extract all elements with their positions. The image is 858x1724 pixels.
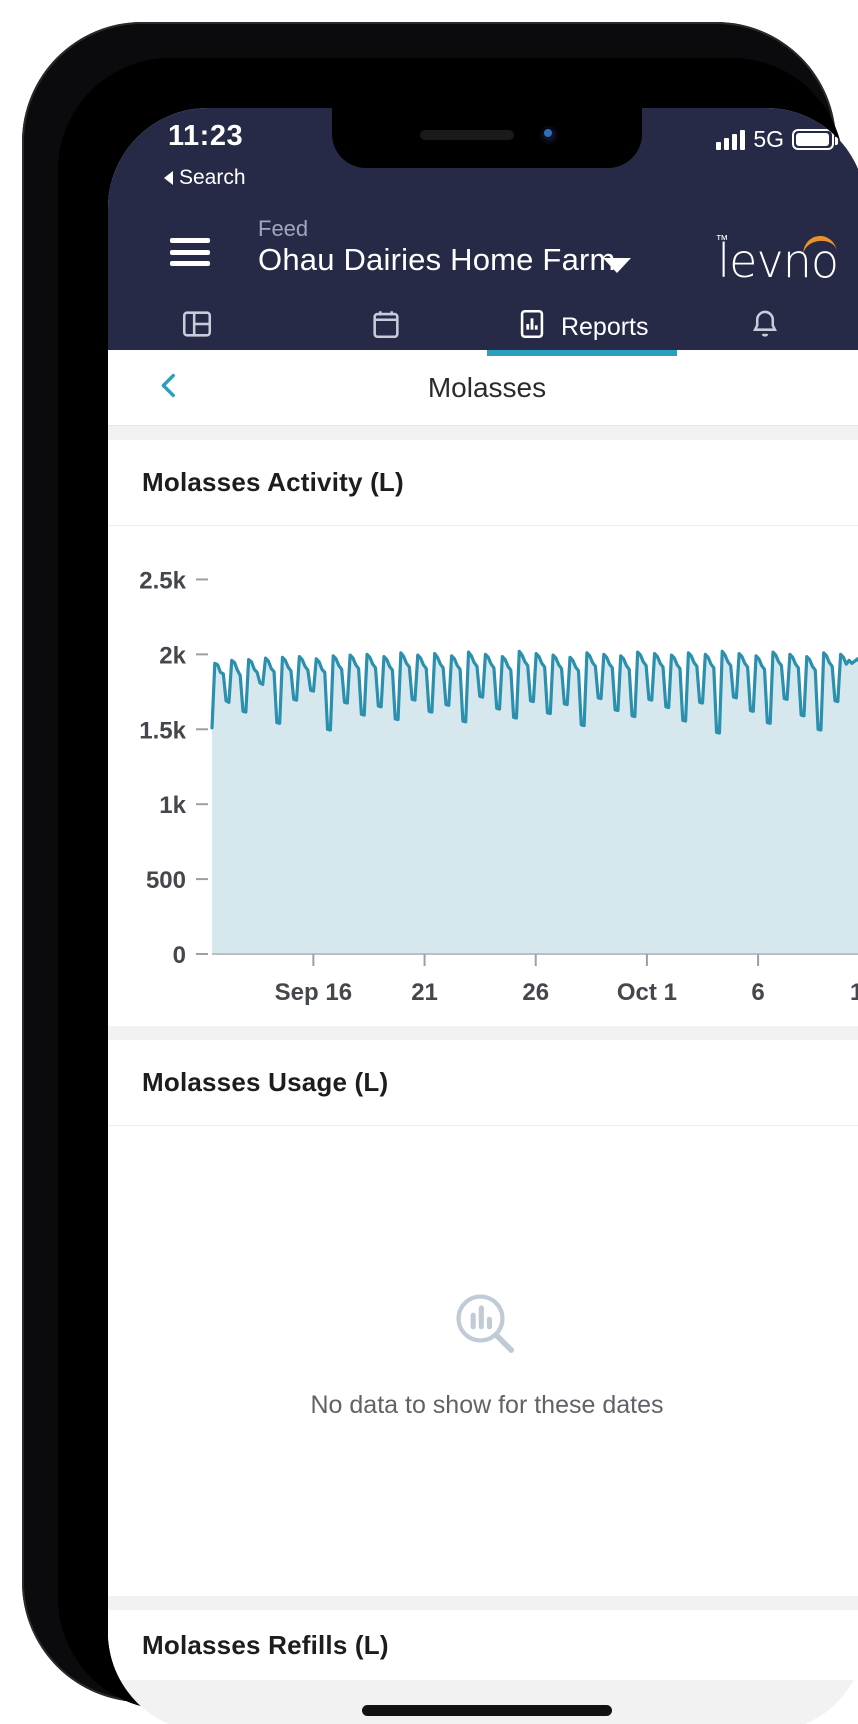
calendar-icon bbox=[369, 307, 403, 348]
dashboard-panels-icon bbox=[180, 307, 214, 348]
levno-logo: ™ levno bbox=[715, 233, 839, 284]
hamburger-menu-icon[interactable] bbox=[170, 238, 210, 266]
home-indicator bbox=[362, 1705, 612, 1716]
svg-text:11: 11 bbox=[850, 979, 858, 1006]
trademark-symbol: ™ bbox=[715, 233, 729, 248]
tab-notifications[interactable] bbox=[677, 304, 858, 350]
phone-notch bbox=[332, 108, 642, 168]
molasses-refills-card: Molasses Refills (L) bbox=[108, 1610, 858, 1680]
section-divider-2 bbox=[108, 1026, 858, 1040]
molasses-activity-card: Molasses Activity (L) 2.5k 2k 1.5k 1k 500 0 Se… bbox=[108, 440, 858, 1026]
svg-text:2k: 2k bbox=[159, 642, 186, 669]
signal-bars-icon bbox=[716, 129, 746, 150]
svg-text:0: 0 bbox=[173, 942, 186, 969]
back-to-search-button[interactable]: Search bbox=[164, 166, 246, 190]
active-tab-underline bbox=[487, 350, 677, 356]
bell-icon bbox=[748, 307, 782, 348]
chevron-left-icon[interactable] bbox=[152, 368, 186, 407]
molasses-usage-title: Molasses Usage (L) bbox=[142, 1067, 389, 1097]
farm-name-label: Ohau Dairies Home Farm bbox=[258, 242, 616, 277]
feed-label: Feed bbox=[258, 216, 309, 241]
svg-text:1k: 1k bbox=[159, 792, 186, 819]
svg-text:1.5k: 1.5k bbox=[139, 717, 186, 744]
svg-text:21: 21 bbox=[411, 979, 438, 1006]
svg-text:Oct 1: Oct 1 bbox=[617, 979, 677, 1006]
molasses-activity-title: Molasses Activity (L) bbox=[142, 467, 404, 497]
molasses-usage-header: Molasses Usage (L) bbox=[108, 1040, 858, 1126]
svg-text:26: 26 bbox=[522, 979, 549, 1006]
screenshot-root: 11:23 5G Search Feed Ohau Dairies Home F… bbox=[0, 0, 858, 1724]
network-label: 5G bbox=[753, 126, 784, 152]
tab-reports[interactable]: Reports bbox=[487, 304, 677, 356]
report-content[interactable]: Molasses Molasses Activity (L) 2.5k 2k 1.5… bbox=[108, 350, 858, 1724]
status-indicators: 5G bbox=[716, 126, 838, 153]
svg-text:500: 500 bbox=[146, 867, 186, 894]
molasses-refills-title: Molasses Refills (L) bbox=[142, 1629, 389, 1660]
status-time: 11:23 bbox=[168, 120, 244, 152]
back-triangle-icon bbox=[164, 171, 173, 185]
tab-dashboard[interactable] bbox=[108, 304, 298, 350]
chart-magnifier-icon bbox=[448, 1286, 526, 1369]
molasses-usage-card: Molasses Usage (L) No data to show for t… bbox=[108, 1040, 858, 1596]
bar-chart-icon bbox=[515, 307, 549, 348]
battery-icon bbox=[792, 129, 838, 150]
front-camera bbox=[540, 126, 558, 144]
farm-selector-row: Feed Ohau Dairies Home Farm ™ levno bbox=[108, 216, 858, 296]
activity-area-chart: 2.5k 2k 1.5k 1k 500 0 Sep 16 21 26 Oct 1 6 11 bbox=[139, 567, 858, 1006]
molasses-activity-chart[interactable]: 2.5k 2k 1.5k 1k 500 0 Sep 16 21 26 Oct 1 6 11 bbox=[108, 526, 858, 1026]
phone-frame: 11:23 5G Search Feed Ohau Dairies Home F… bbox=[22, 22, 858, 1724]
page-title: Molasses bbox=[427, 371, 547, 403]
earpiece-speaker bbox=[420, 130, 514, 140]
svg-text:6: 6 bbox=[751, 979, 764, 1006]
empty-state-message: No data to show for these dates bbox=[310, 1391, 664, 1419]
molasses-activity-header: Molasses Activity (L) bbox=[108, 440, 858, 526]
phone-bezel: 11:23 5G Search Feed Ohau Dairies Home F… bbox=[58, 58, 858, 1724]
molasses-refills-header: Molasses Refills (L) bbox=[108, 1610, 858, 1680]
report-page-header: Molasses bbox=[108, 350, 858, 426]
main-nav-tabs: Reports bbox=[108, 304, 858, 356]
back-to-search-label: Search bbox=[179, 166, 246, 189]
chevron-down-icon[interactable] bbox=[603, 258, 631, 273]
svg-text:Sep 16: Sep 16 bbox=[275, 979, 352, 1006]
section-divider-3 bbox=[108, 1596, 858, 1610]
molasses-usage-empty-state: No data to show for these dates bbox=[108, 1126, 858, 1596]
svg-text:2.5k: 2.5k bbox=[139, 567, 186, 594]
phone-screen: 11:23 5G Search Feed Ohau Dairies Home F… bbox=[108, 108, 858, 1724]
tab-calendar[interactable] bbox=[298, 304, 488, 350]
section-divider bbox=[108, 426, 858, 440]
tab-reports-label: Reports bbox=[560, 312, 649, 341]
